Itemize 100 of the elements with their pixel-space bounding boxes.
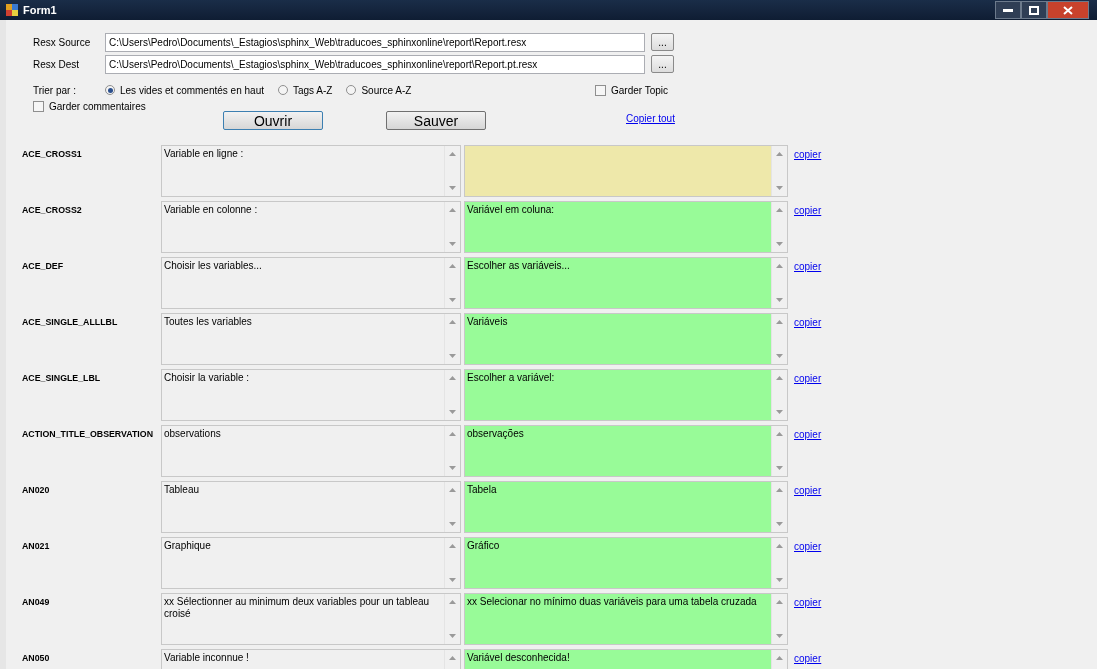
copy-link[interactable]: copier: [791, 481, 1097, 496]
radio-button[interactable]: [105, 85, 115, 95]
copy-link[interactable]: copier: [791, 145, 1097, 160]
scroll-up-icon[interactable]: [776, 600, 783, 604]
scroll-up-icon[interactable]: [449, 208, 456, 212]
target-text-field[interactable]: Escolher as variáveis...: [464, 257, 788, 309]
scroll-down-icon[interactable]: [449, 522, 456, 526]
scroll-down-icon[interactable]: [776, 522, 783, 526]
maximize-button[interactable]: [1021, 1, 1047, 19]
source-text-field[interactable]: Choisir les variables...: [161, 257, 461, 309]
sort-label: Trier par :: [33, 84, 77, 96]
resource-key: ACE_DEF: [22, 257, 64, 271]
scroll-down-icon[interactable]: [449, 354, 456, 358]
app-icon: [6, 4, 18, 16]
scroll-down-icon[interactable]: [449, 298, 456, 302]
copy-link[interactable]: copier: [791, 313, 1097, 328]
browse-button[interactable]: ...: [651, 33, 674, 51]
copy-link[interactable]: copier: [791, 537, 1097, 552]
source-text-field[interactable]: Tableau: [161, 481, 461, 533]
scroll-up-icon[interactable]: [449, 544, 456, 548]
source-text-field[interactable]: Choisir la variable :: [161, 369, 461, 421]
scroll-up-icon[interactable]: [776, 152, 783, 156]
scroll-up-icon[interactable]: [449, 320, 456, 324]
close-button[interactable]: [1047, 1, 1089, 19]
copy-link[interactable]: copier: [791, 257, 1097, 272]
open-button[interactable]: Ouvrir: [223, 111, 323, 130]
scroll-down-icon[interactable]: [776, 410, 783, 414]
checkbox-label[interactable]: Garder Topic: [611, 84, 669, 96]
radio-button[interactable]: [346, 85, 357, 95]
copy-all-link[interactable]: Copier tout: [626, 113, 675, 124]
source-text-field[interactable]: Graphique: [161, 537, 461, 589]
maximize-icon: [1029, 5, 1039, 15]
scroll-down-icon[interactable]: [449, 466, 456, 470]
target-text-field[interactable]: Variáveis: [464, 313, 788, 365]
target-text-field[interactable]: [464, 145, 788, 197]
scroll-down-icon[interactable]: [776, 242, 783, 246]
radio-label[interactable]: Source A-Z: [361, 84, 412, 96]
resource-key: ACE_CROSS1: [22, 145, 82, 159]
target-text-field[interactable]: Gráfico: [464, 537, 788, 589]
source-text-field[interactable]: Toutes les variables: [161, 313, 461, 365]
source-text-field[interactable]: Variable en ligne :: [161, 145, 461, 197]
resource-key: AN021: [22, 537, 50, 551]
scroll-up-icon[interactable]: [776, 432, 783, 436]
checkbox-label[interactable]: Garder commentaires: [49, 101, 146, 112]
target-text-field[interactable]: observações: [464, 425, 788, 477]
scroll-up-icon[interactable]: [449, 600, 456, 604]
radio-label[interactable]: Les vides et commentés en haut: [120, 84, 264, 96]
scroll-down-icon[interactable]: [776, 466, 783, 470]
scroll-down-icon[interactable]: [776, 354, 783, 358]
target-text-field[interactable]: Variável desconhecida!: [464, 649, 788, 669]
target-text-field[interactable]: Variável em coluna:: [464, 201, 788, 253]
scroll-up-icon[interactable]: [449, 488, 456, 492]
source-text-field[interactable]: xx Sélectionner au minimum deux variables pour un tableau croisé: [161, 593, 461, 645]
scroll-up-icon[interactable]: [776, 208, 783, 212]
copy-link[interactable]: copier: [791, 425, 1097, 440]
copy-link[interactable]: copier: [791, 593, 1097, 608]
scroll-up-icon[interactable]: [449, 432, 456, 436]
scroll-up-icon[interactable]: [776, 544, 783, 548]
resource-key: AN049: [22, 593, 50, 607]
browse-button[interactable]: ...: [651, 55, 674, 73]
resource-key: ACE_SINGLE_ALLLBL: [22, 313, 118, 327]
source-text-field[interactable]: Variable en colonne :: [161, 201, 461, 253]
scroll-down-icon[interactable]: [449, 186, 456, 190]
scroll-down-icon[interactable]: [776, 578, 783, 582]
scroll-up-icon[interactable]: [776, 264, 783, 268]
scroll-down-icon[interactable]: [449, 634, 456, 638]
scroll-up-icon[interactable]: [449, 152, 456, 156]
resource-key: ACTION_TITLE_OBSERVATION: [22, 425, 153, 439]
scroll-down-icon[interactable]: [776, 298, 783, 302]
close-icon: [1063, 5, 1073, 15]
scroll-up-icon[interactable]: [449, 264, 456, 268]
source-text-field[interactable]: Variable inconnue !: [161, 649, 461, 669]
scroll-up-icon[interactable]: [776, 320, 783, 324]
scroll-up-icon[interactable]: [449, 376, 456, 380]
scroll-up-icon[interactable]: [449, 656, 456, 660]
source-path-field[interactable]: C:\Users\Pedro\Documents\_Estagios\sphinx_Web\traducoes_sphinxonline\report\Report.resx: [105, 32, 645, 52]
scroll-down-icon[interactable]: [449, 242, 456, 246]
scroll-up-icon[interactable]: [776, 376, 783, 380]
source-text-field[interactable]: observations: [161, 425, 461, 477]
scroll-down-icon[interactable]: [776, 186, 783, 190]
scroll-down-icon[interactable]: [449, 410, 456, 414]
target-text-field[interactable]: xx Selecionar no mínimo duas variáveis para uma tabela cruzada: [464, 593, 788, 645]
radio-button[interactable]: [278, 85, 288, 95]
scroll-down-icon[interactable]: [776, 634, 783, 638]
copy-link[interactable]: copier: [791, 649, 1097, 664]
copy-link[interactable]: copier: [791, 201, 1097, 216]
save-button[interactable]: Sauver: [386, 111, 486, 130]
window-title: Form1: [23, 4, 58, 16]
scroll-down-icon[interactable]: [449, 578, 456, 582]
dest-path-field[interactable]: C:\Users\Pedro\Documents\_Estagios\sphinx_Web\traducoes_sphinxonline\report\Report.pt.resx: [105, 54, 645, 74]
minimize-button[interactable]: [995, 1, 1021, 19]
target-text-field[interactable]: Tabela: [464, 481, 788, 533]
resource-key: AN020: [22, 481, 50, 495]
radio-label[interactable]: Tags A-Z: [293, 84, 333, 96]
copy-link[interactable]: copier: [791, 369, 1097, 384]
scroll-up-icon[interactable]: [776, 656, 783, 660]
scroll-up-icon[interactable]: [776, 488, 783, 492]
checkbox[interactable]: [33, 101, 44, 112]
checkbox[interactable]: [595, 84, 606, 96]
target-text-field[interactable]: Escolher a variável:: [464, 369, 788, 421]
